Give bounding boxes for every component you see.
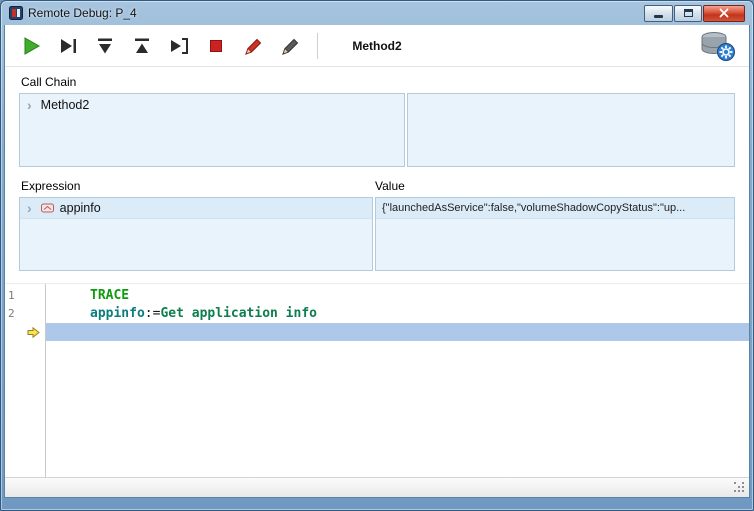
- chevron-right-icon[interactable]: ›: [27, 201, 32, 215]
- expression-type-icon: [41, 203, 54, 213]
- step-out-button[interactable]: [128, 32, 156, 60]
- minimize-icon: [654, 15, 663, 18]
- call-chain-item-label: Method2: [41, 98, 90, 112]
- editor-line[interactable]: [5, 323, 749, 341]
- value-row[interactable]: {"launchedAsService":false,"volumeShadow…: [376, 198, 734, 219]
- minimize-button[interactable]: [644, 5, 673, 22]
- expression-row[interactable]: › appinfo: [20, 198, 372, 219]
- watch-headers: Expression Value: [21, 179, 735, 193]
- run-button[interactable]: [17, 32, 45, 60]
- line-number: 2: [5, 305, 21, 323]
- editor-line[interactable]: 2 appinfo:=Get application info: [5, 305, 749, 323]
- editor-line[interactable]: 1 TRACE: [5, 287, 749, 305]
- window-controls: [644, 5, 745, 22]
- editor-lines: 1 TRACE 2 appinfo:=Get application info: [5, 287, 749, 341]
- breakpoint-gutter[interactable]: [21, 305, 45, 323]
- edit-icon: [279, 35, 301, 57]
- remote-debug-window: Remote Debug: P_4: [0, 0, 754, 511]
- step-over-button[interactable]: [54, 32, 82, 60]
- abort-icon: [205, 35, 227, 57]
- code-token-operator: :=: [145, 306, 161, 321]
- watch-panel: › appinfo {"launchedAsService":false,"vo…: [19, 197, 735, 271]
- database-settings-button[interactable]: [697, 30, 737, 62]
- code-token-command: Get application info: [160, 306, 317, 321]
- abort-button[interactable]: [202, 32, 230, 60]
- debug-toolbar: Method2: [5, 25, 749, 67]
- run-icon: [20, 35, 42, 57]
- value-list[interactable]: {"launchedAsService":false,"volumeShadow…: [375, 197, 735, 271]
- maximize-button[interactable]: [674, 5, 702, 22]
- content-area: Call Chain › Method2 Expression Value ›: [5, 67, 749, 477]
- code-editor[interactable]: 1 TRACE 2 appinfo:=Get application info: [5, 283, 749, 477]
- close-icon: [719, 8, 729, 18]
- app-icon: [9, 6, 23, 20]
- value-header: Value: [375, 179, 405, 193]
- call-chain-list[interactable]: › Method2: [19, 93, 405, 167]
- line-number: 1: [5, 287, 21, 305]
- abort-and-edit-icon: [242, 35, 264, 57]
- step-out-icon: [131, 35, 153, 57]
- toolbar-separator: [317, 33, 318, 59]
- titlebar[interactable]: Remote Debug: P_4: [4, 1, 750, 25]
- expression-header: Expression: [21, 179, 375, 193]
- abort-and-edit-button[interactable]: [239, 32, 267, 60]
- window-title: Remote Debug: P_4: [28, 6, 137, 20]
- gutter-divider: [45, 284, 46, 477]
- call-chain-header: Call Chain: [21, 75, 735, 89]
- call-chain-detail-pane[interactable]: [407, 93, 735, 167]
- breakpoint-gutter[interactable]: [21, 287, 45, 305]
- call-chain-item[interactable]: › Method2: [20, 94, 404, 116]
- step-into-process-icon: [168, 35, 190, 57]
- step-over-icon: [57, 35, 79, 57]
- maximize-icon: [684, 9, 693, 17]
- close-button[interactable]: [703, 5, 745, 22]
- execution-arrow-icon[interactable]: [21, 323, 45, 341]
- expression-value: {"launchedAsService":false,"volumeShadow…: [382, 202, 685, 214]
- chevron-right-icon[interactable]: ›: [27, 98, 32, 112]
- expression-name: appinfo: [60, 201, 101, 215]
- code-token-variable: appinfo: [90, 306, 145, 321]
- expression-list[interactable]: › appinfo: [19, 197, 373, 271]
- call-chain-panel: › Method2: [19, 93, 735, 167]
- step-into-process-button[interactable]: [165, 32, 193, 60]
- database-settings-icon: [698, 30, 736, 62]
- step-into-button[interactable]: [91, 32, 119, 60]
- step-into-icon: [94, 35, 116, 57]
- resize-grip-icon[interactable]: [734, 482, 745, 493]
- window-body: Method2 Call Cha: [4, 25, 750, 498]
- status-bar: [5, 477, 749, 497]
- code-token-keyword: TRACE: [90, 288, 129, 303]
- edit-button[interactable]: [276, 32, 304, 60]
